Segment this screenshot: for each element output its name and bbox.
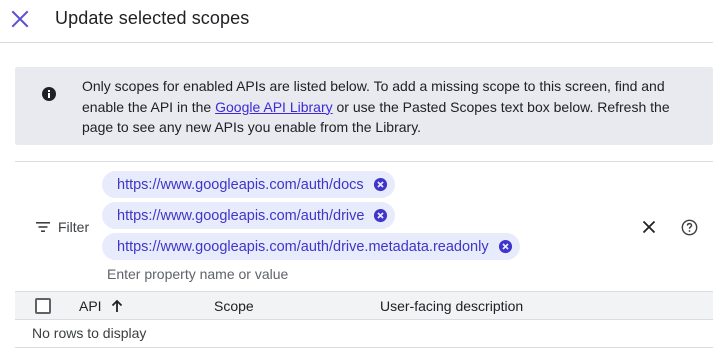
filter-label[interactable]: Filter [36,219,89,235]
filter-chip-label: https://www.googleapis.com/auth/drive.me… [117,238,489,255]
column-header-api[interactable]: API [79,298,123,314]
filter-icon [36,222,50,232]
filter-label-text: Filter [58,219,90,235]
arrow-up-icon [111,299,122,312]
dialog-header: Update selected scopes [0,0,713,43]
remove-chip-icon[interactable] [373,208,388,223]
info-banner: Only scopes for enabled APIs are listed … [15,67,713,145]
filter-chip[interactable]: https://www.googleapis.com/auth/drive.me… [102,233,520,260]
filter-chip-label: https://www.googleapis.com/auth/docs [117,176,364,193]
filter-input[interactable] [107,266,507,282]
table-header: API Scope User-facing description [15,291,713,320]
filter-bar: Filter https://www.googleapis.com/auth/d… [15,161,713,291]
remove-chip-icon[interactable] [498,239,513,254]
info-text: Only scopes for enabled APIs are listed … [82,76,702,138]
empty-table-row: No rows to display [15,320,713,348]
remove-chip-icon[interactable] [373,177,388,192]
column-header-api-label: API [79,298,102,314]
google-api-library-link[interactable]: Google API Library [215,99,333,115]
select-all-checkbox[interactable] [35,298,51,314]
column-header-scope[interactable]: Scope [214,298,254,314]
close-icon[interactable] [10,9,30,29]
dialog-title: Update selected scopes [55,8,250,28]
clear-filter-icon[interactable] [642,220,656,234]
empty-message: No rows to display [32,325,147,341]
filter-chip[interactable]: https://www.googleapis.com/auth/docs [102,171,395,198]
help-icon[interactable] [681,219,698,236]
filter-chip-label: https://www.googleapis.com/auth/drive [117,207,365,224]
filter-chip[interactable]: https://www.googleapis.com/auth/drive [102,202,396,229]
column-header-description[interactable]: User-facing description [380,298,523,314]
info-icon [42,87,56,101]
